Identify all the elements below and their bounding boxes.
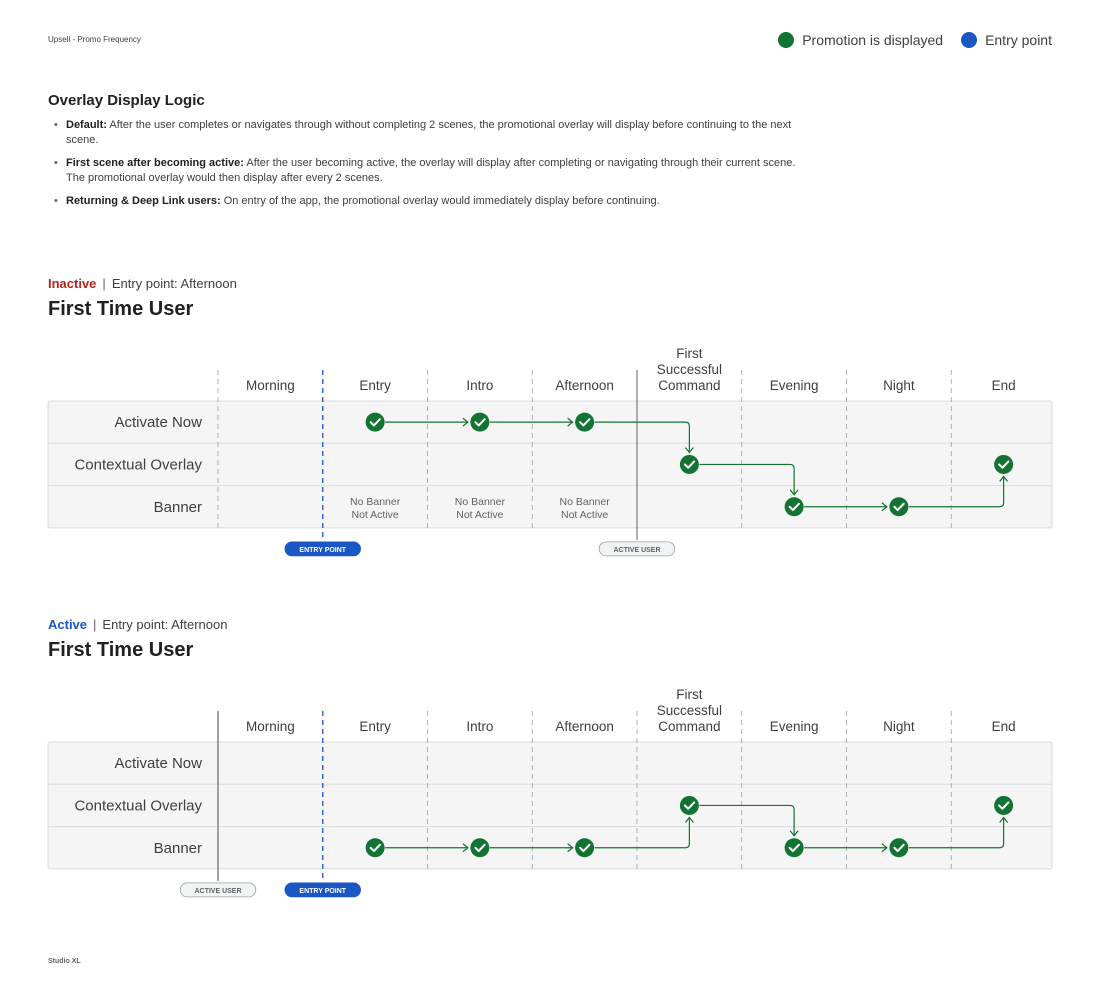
- column-header: Night: [883, 719, 915, 734]
- blue-dot-icon: [961, 32, 978, 48]
- bullet-text: On entry of the app, the promotional ove…: [220, 195, 660, 207]
- cell-note: Not Active: [456, 509, 503, 521]
- check-circle-icon: [470, 412, 490, 432]
- bullet-item: Returning & Deep Link users: On entry of…: [48, 194, 808, 209]
- bullet-item: Default: After the user completes or nav…: [48, 118, 808, 148]
- logic-title: Overlay Display Logic: [48, 92, 205, 109]
- separator: |: [93, 617, 97, 632]
- row-label: Activate Now: [114, 755, 202, 772]
- bullet-bold: First scene after becoming active:: [66, 157, 244, 169]
- diagram-status: Active | Entry point: Afternoon: [48, 617, 227, 632]
- column-header: First: [676, 346, 702, 361]
- bullet-bold: Returning & Deep Link users:: [66, 195, 221, 207]
- check-circle-icon: [784, 497, 804, 517]
- column-header: Successful: [657, 703, 722, 718]
- cell-note: No Banner: [350, 496, 401, 508]
- column-header: End: [992, 719, 1016, 734]
- active-user-tag-label: ACTIVE USER: [613, 547, 660, 554]
- cell-note: No Banner: [560, 496, 611, 508]
- column-header: Intro: [466, 719, 493, 734]
- column-header: Entry: [359, 378, 391, 393]
- entry-point-tag-label: ENTRY POINT: [299, 547, 346, 554]
- bullet-item: First scene after becoming active: After…: [48, 156, 808, 186]
- check-circle-icon: [575, 412, 595, 432]
- state-label: Active: [48, 617, 88, 632]
- check-circle-icon: [575, 838, 595, 858]
- entry-point-tag-label: ENTRY POINT: [299, 888, 346, 895]
- check-circle-icon: [784, 838, 804, 858]
- logic-bullets: Default: After the user completes or nav…: [48, 118, 808, 217]
- column-header: Morning: [246, 719, 295, 734]
- flow-diagram-inactive: Morning Entry Intro Afternoon FirstSuccessfu…: [47, 346, 1053, 557]
- column-header: Evening: [770, 378, 819, 393]
- entry-label: Entry point: Afternoon: [102, 617, 228, 632]
- legend-label: Promotion is displayed: [802, 32, 944, 48]
- cell-note: Not Active: [351, 509, 398, 521]
- column-header: Successful: [657, 362, 722, 377]
- column-header: Entry: [359, 719, 391, 734]
- check-circle-icon: [889, 838, 909, 858]
- cell-note: No Banner: [455, 496, 506, 508]
- document-title: Upsell - Promo Frequency: [48, 35, 141, 44]
- check-circle-icon: [679, 454, 699, 474]
- column-header: Command: [658, 378, 720, 393]
- legend: Promotion is displayed Entry point: [760, 32, 1052, 48]
- column-header: Afternoon: [555, 378, 614, 393]
- diagram-status: Inactive | Entry point: Afternoon: [48, 276, 237, 291]
- cell-note: Not Active: [561, 509, 608, 521]
- green-dot-icon: [778, 32, 795, 48]
- entry-label: Entry point: Afternoon: [111, 276, 237, 291]
- column-header: Intro: [466, 378, 493, 393]
- active-user-tag-label: ACTIVE USER: [194, 888, 241, 895]
- check-circle-icon: [365, 412, 385, 432]
- column-header: Morning: [246, 378, 295, 393]
- check-circle-icon: [994, 795, 1014, 815]
- check-circle-icon: [679, 795, 699, 815]
- footer: Studio XL: [48, 958, 81, 965]
- row-label: Contextual Overlay: [74, 797, 202, 814]
- diagram-title: First Time User: [48, 298, 194, 320]
- bullet-text: After the user completes or navigates th…: [66, 119, 792, 146]
- legend-item-entry: Entry point: [961, 32, 1052, 48]
- check-circle-icon: [470, 838, 490, 858]
- diagram-title: First Time User: [48, 639, 194, 661]
- flow-diagram-active: Morning Entry Intro Afternoon FirstSuccessfu…: [47, 687, 1053, 898]
- row-label: Activate Now: [114, 414, 202, 431]
- column-header: End: [992, 378, 1016, 393]
- column-header: First: [676, 687, 702, 702]
- column-header: Evening: [770, 719, 819, 734]
- legend-label: Entry point: [985, 32, 1052, 48]
- bullet-bold: Default:: [66, 119, 107, 131]
- column-header: Afternoon: [555, 719, 614, 734]
- check-circle-icon: [994, 454, 1014, 474]
- row-label: Banner: [154, 499, 202, 516]
- legend-item-promotion: Promotion is displayed: [778, 32, 943, 48]
- row-label: Banner: [154, 840, 202, 857]
- column-header: Command: [658, 719, 720, 734]
- check-circle-icon: [365, 838, 385, 858]
- check-circle-icon: [889, 497, 909, 517]
- state-label: Inactive: [48, 276, 97, 291]
- separator: |: [102, 276, 106, 291]
- column-header: Night: [883, 378, 915, 393]
- row-label: Contextual Overlay: [74, 456, 202, 473]
